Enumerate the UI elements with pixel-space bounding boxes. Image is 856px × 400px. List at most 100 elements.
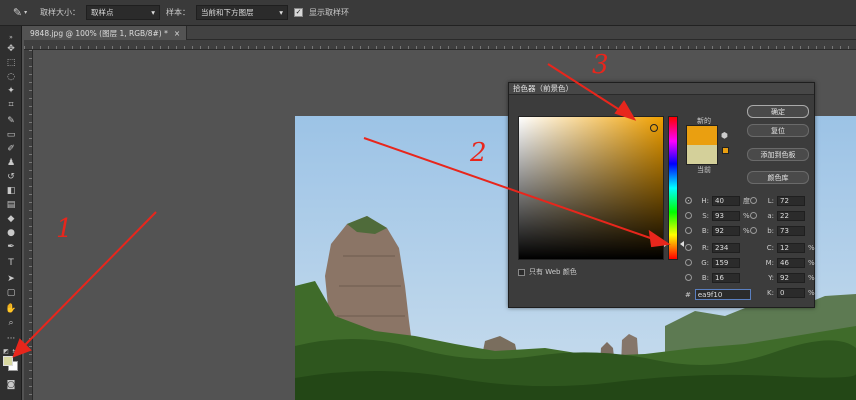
saturation-radio[interactable] <box>685 212 692 219</box>
hex-label: # <box>685 290 691 299</box>
eyedropper-tool-icon[interactable]: ✎ <box>3 114 19 128</box>
blue-input[interactable]: 16 <box>712 272 740 283</box>
sample-select[interactable]: 当前和下方图层 ▾ <box>196 5 288 20</box>
red-row: R: 234 <box>685 242 740 253</box>
document-tab[interactable]: 9848.jpg @ 100% (图层 1, RGB/8#) * × <box>24 26 188 40</box>
hex-input[interactable]: ea9f10 <box>694 289 751 300</box>
tools-panel: » ✥ ⬚ ◌ ✦ ⌗ ✎ ▭ ✐ ♟ ↺ ◧ ▤ ◆ ● ✒ T ➤ ▢ ✋ … <box>0 26 22 400</box>
shape-tool-icon[interactable]: ▢ <box>3 286 19 300</box>
sample-size-value: 取样点 <box>91 8 114 17</box>
color-libraries-button[interactable]: 颜色库 <box>747 171 809 184</box>
red-label: R: <box>701 243 709 252</box>
options-bar: ✎ ▾ 取样大小： 取样点 ▾ 样本： 当前和下方图层 ▾ ✓ 显示取样环 <box>0 0 856 26</box>
green-radio[interactable] <box>685 259 692 266</box>
document-tab-bar: 9848.jpg @ 100% (图层 1, RGB/8#) * × <box>24 26 856 40</box>
out-of-web-gamut-icon[interactable] <box>722 147 729 154</box>
brightness-input[interactable]: 92 <box>712 225 740 236</box>
saturation-input[interactable]: 93 <box>712 210 740 221</box>
magenta-unit: % <box>808 258 815 267</box>
sample-label: 样本： <box>166 8 190 17</box>
web-colors-only-row: 只有 Web 颜色 <box>518 267 577 277</box>
magenta-row: M: 46 % <box>760 257 816 268</box>
blue-row: B: 16 <box>685 272 740 283</box>
lab-a-input[interactable]: 22 <box>777 210 805 221</box>
gradient-tool-icon[interactable]: ▤ <box>3 198 19 212</box>
zoom-tool-icon[interactable]: ⌕ <box>3 316 19 330</box>
path-selection-tool-icon[interactable]: ➤ <box>3 272 19 286</box>
reset-button[interactable]: 复位 <box>747 124 809 137</box>
current-color-label: 当前 <box>697 166 711 174</box>
quick-mask-icon[interactable]: ◙ <box>3 378 19 392</box>
web-colors-only-checkbox[interactable] <box>518 268 525 276</box>
blue-radio[interactable] <box>685 274 692 281</box>
lab-l-radio[interactable] <box>750 197 757 204</box>
close-icon[interactable]: × <box>174 29 180 38</box>
hue-input[interactable]: 40 <box>712 195 740 206</box>
green-input[interactable]: 159 <box>712 257 740 268</box>
lab-b-label: b: <box>767 226 774 235</box>
annotation-number-2: 2 <box>470 138 487 168</box>
black-input[interactable]: 0 <box>777 287 805 298</box>
red-input[interactable]: 234 <box>712 242 740 253</box>
red-radio[interactable] <box>685 244 692 251</box>
saturation-row: S: 93 % <box>685 210 751 221</box>
history-brush-tool-icon[interactable]: ↺ <box>3 170 19 184</box>
show-ring-label: 显示取样环 <box>309 8 349 17</box>
cyan-input[interactable]: 12 <box>777 242 805 253</box>
blur-tool-icon[interactable]: ◆ <box>3 212 19 226</box>
web-safe-cube-icon[interactable]: ⬢ <box>721 131 728 140</box>
lab-b-row: b: 73 <box>750 225 805 236</box>
lab-l-row: L: 72 <box>750 195 805 206</box>
green-row: G: 159 <box>685 257 740 268</box>
black-label: K: <box>767 288 774 297</box>
lab-a-label: a: <box>767 211 774 220</box>
vertical-ruler <box>24 50 33 400</box>
hue-radio[interactable] <box>685 197 692 204</box>
marquee-tool-icon[interactable]: ⬚ <box>3 56 19 70</box>
black-row: K: 0 % <box>760 287 816 298</box>
brightness-radio[interactable] <box>685 227 692 234</box>
yellow-input[interactable]: 92 <box>777 272 805 283</box>
lasso-tool-icon[interactable]: ◌ <box>3 70 19 84</box>
hue-slider-handle-left[interactable] <box>664 241 668 247</box>
healing-brush-tool-icon[interactable]: ▭ <box>3 128 19 142</box>
eyedropper-tool-preset[interactable]: ✎ ▾ <box>6 4 34 22</box>
cyan-label: C: <box>766 243 774 252</box>
green-label: G: <box>701 258 709 267</box>
stamp-tool-icon[interactable]: ♟ <box>3 156 19 170</box>
lab-l-input[interactable]: 72 <box>777 195 805 206</box>
cyan-row: C: 12 % <box>760 242 816 253</box>
cyan-unit: % <box>808 243 815 252</box>
sample-size-label: 取样大小： <box>40 8 80 17</box>
magenta-input[interactable]: 46 <box>777 257 805 268</box>
magenta-label: M: <box>765 258 774 267</box>
saturation-label: S: <box>702 211 709 220</box>
magic-wand-tool-icon[interactable]: ✦ <box>3 84 19 98</box>
pen-tool-icon[interactable]: ✒ <box>3 240 19 254</box>
annotation-arrow-1 <box>21 211 157 349</box>
saturation-brightness-field[interactable] <box>518 116 664 260</box>
hue-slider-handle-right[interactable] <box>680 241 684 247</box>
lab-b-radio[interactable] <box>750 227 757 234</box>
color-field-marker[interactable] <box>650 124 658 132</box>
hex-row: # ea9f10 <box>685 289 751 300</box>
lab-b-input[interactable]: 73 <box>777 225 805 236</box>
eraser-tool-icon[interactable]: ◧ <box>3 184 19 198</box>
ok-button[interactable]: 确定 <box>747 105 809 118</box>
foreground-color-swatch[interactable] <box>3 356 13 366</box>
dialog-title: 拾色器（前景色） <box>509 83 814 95</box>
type-tool-icon[interactable]: T <box>3 256 19 270</box>
document-tab-title: 9848.jpg @ 100% (图层 1, RGB/8#) * <box>30 28 168 38</box>
move-tool-icon[interactable]: ✥ <box>3 42 19 56</box>
lab-a-radio[interactable] <box>750 212 757 219</box>
add-to-swatches-button[interactable]: 添加到色板 <box>747 148 809 161</box>
show-ring-checkbox[interactable]: ✓ <box>294 8 303 17</box>
hand-tool-icon[interactable]: ✋ <box>3 302 19 316</box>
dodge-tool-icon[interactable]: ● <box>3 226 19 240</box>
brush-tool-icon[interactable]: ✐ <box>3 142 19 156</box>
sample-size-select[interactable]: 取样点 ▾ <box>86 5 160 20</box>
current-color-swatch[interactable] <box>686 145 718 165</box>
color-picker-dialog: 拾色器（前景色） 新的 当前 ⬢ 确定 复位 添加到色板 颜色库 H: 40 度… <box>508 82 815 308</box>
crop-tool-icon[interactable]: ⌗ <box>3 98 19 112</box>
hue-slider[interactable] <box>664 116 684 260</box>
